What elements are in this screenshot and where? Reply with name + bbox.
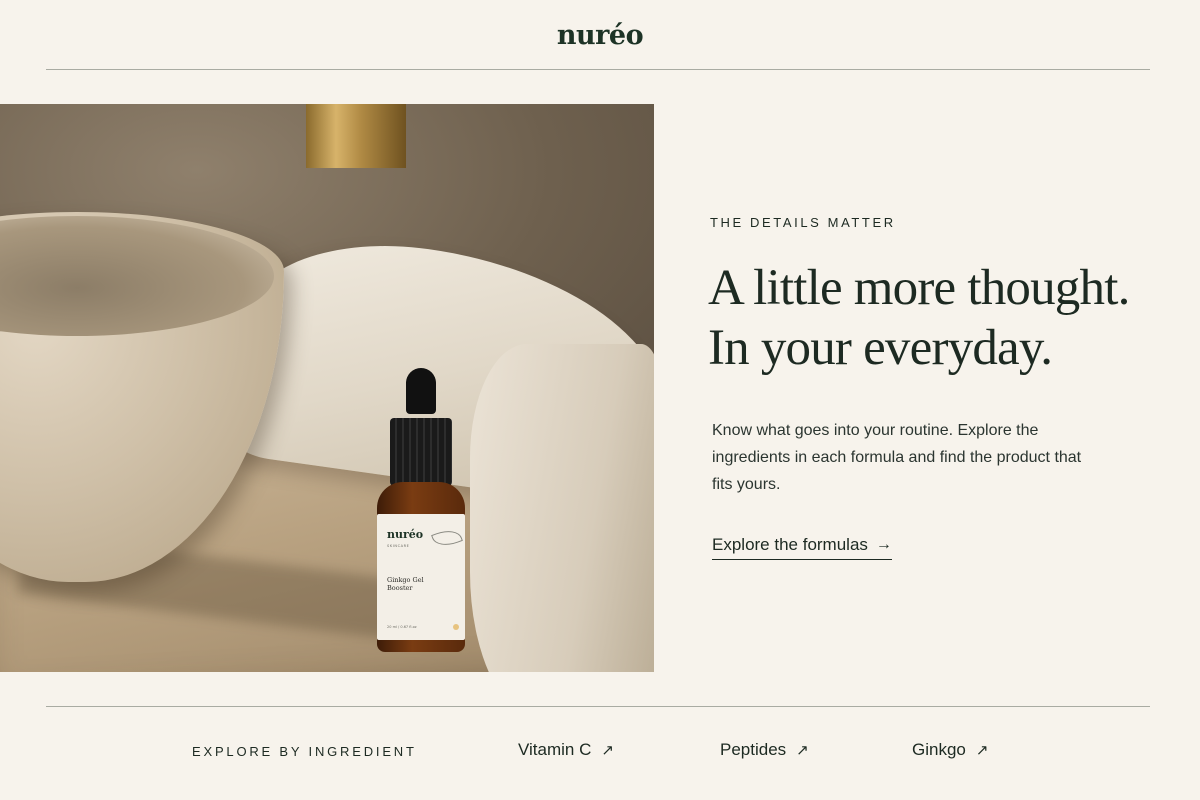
label-product-name: Ginkgo Gel Booster <box>387 576 424 592</box>
hero-headline: A little more thought. In your everyday. <box>708 258 1188 378</box>
explore-formulas-link[interactable]: Explore the formulas → <box>712 535 892 560</box>
label-volume: 20 ml / 0.67 fl.oz <box>387 625 417 629</box>
hero-image: nuréo SKINCARE Ginkgo Gel Booster 20 ml … <box>0 104 654 672</box>
bottle-label: nuréo SKINCARE Ginkgo Gel Booster 20 ml … <box>377 514 465 640</box>
leaf-illustration-icon <box>431 525 463 551</box>
serum-bottle: nuréo SKINCARE Ginkgo Gel Booster 20 ml … <box>375 368 467 652</box>
header-divider <box>46 69 1150 70</box>
brand-logo[interactable]: nuréo <box>0 20 1200 51</box>
section-eyebrow: THE DETAILS MATTER <box>710 215 896 230</box>
cta-label: Explore the formulas <box>712 535 868 554</box>
label-brand: nuréo <box>387 528 424 541</box>
arrow-up-right-icon: ↗ <box>601 742 614 759</box>
ingredient-link-peptides[interactable]: Peptides ↗ <box>720 740 809 760</box>
site-header: nuréo <box>0 0 1200 70</box>
dropper-cap <box>390 418 452 486</box>
arrow-up-right-icon: ↗ <box>796 742 809 759</box>
arrow-up-right-icon: ↗ <box>975 742 989 759</box>
headline-line-1: A little more thought. <box>708 260 1130 316</box>
hero-body-text: Know what goes into your routine. Explor… <box>712 422 1082 493</box>
footer-divider <box>46 706 1150 707</box>
label-subtitle: SKINCARE <box>387 544 410 548</box>
ingredient-label: Vitamin C <box>518 740 592 759</box>
headline-line-2: In your everyday. <box>708 320 1053 376</box>
ingredient-link-ginkgo[interactable]: Ginkgo ↗ <box>912 740 988 760</box>
ingredient-label: Ginkgo <box>912 740 966 759</box>
arrow-right-icon: → <box>875 536 892 553</box>
explore-by-ingredient-label: EXPLORE BY INGREDIENT <box>192 744 417 759</box>
brass-faucet <box>306 104 406 168</box>
ingredient-link-vitamin-c[interactable]: Vitamin C ↗ <box>518 740 614 760</box>
dropper-bulb <box>406 368 436 414</box>
label-dot <box>453 624 459 630</box>
ingredient-label: Peptides <box>720 740 787 759</box>
towel-drape <box>470 344 654 672</box>
